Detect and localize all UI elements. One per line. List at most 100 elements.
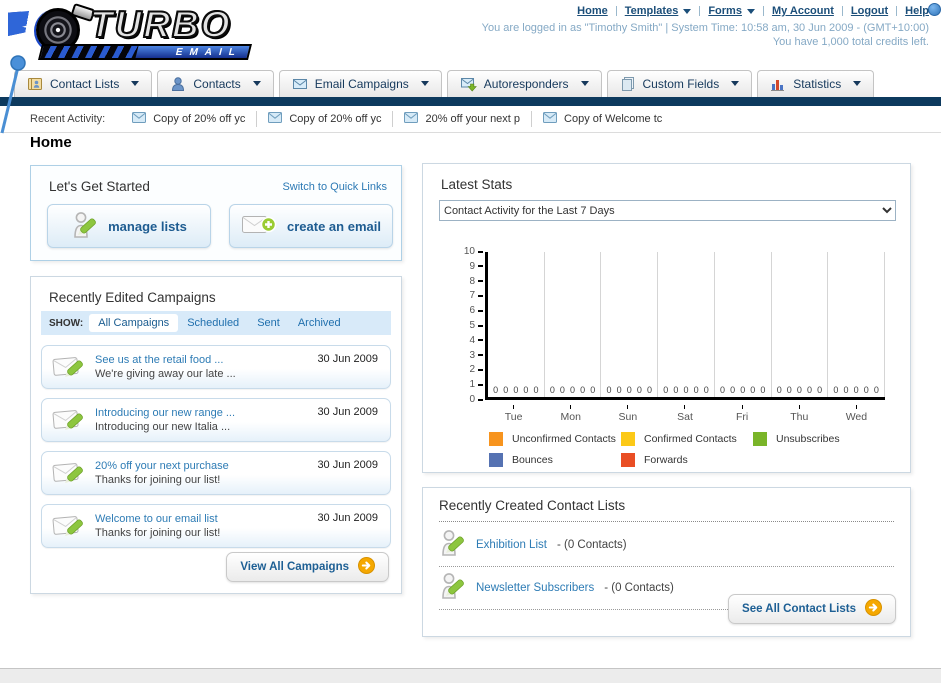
campaigns-filter-bar: SHOW: All Campaigns Scheduled Sent Archived xyxy=(41,311,391,335)
nav-tab-label: Email Campaigns xyxy=(314,76,409,91)
chart-value-label: 0 xyxy=(663,385,669,395)
page-bottom-strip xyxy=(0,668,941,683)
chart-day-column: 00000 xyxy=(488,252,545,397)
header-link-help[interactable]: Help xyxy=(905,5,929,17)
manage-lists-label: manage lists xyxy=(108,218,187,234)
chart-y-tick: 5 xyxy=(437,320,483,331)
campaign-list-item[interactable]: Welcome to our email list Thanks for join… xyxy=(41,504,391,548)
campaigns-filter-all-campaigns[interactable]: All Campaigns xyxy=(89,314,179,332)
chart-day-column: 00000 xyxy=(545,252,602,397)
nav-tab-custom-fields[interactable]: Custom Fields xyxy=(606,70,753,97)
campaign-title-link[interactable]: See us at the retail food ... xyxy=(95,354,223,366)
chart-y-tick-mark xyxy=(478,383,483,386)
header-link-separator xyxy=(762,6,764,16)
chart-y-tick-label: 2 xyxy=(469,364,475,376)
campaign-text: Introducing our new range ... Introducing… xyxy=(95,406,235,434)
annotation-pin xyxy=(0,55,26,134)
header-link-logout[interactable]: Logout xyxy=(851,5,888,17)
header-link-forms[interactable]: Forms xyxy=(708,5,755,17)
nav-tab-email-campaigns[interactable]: Email Campaigns xyxy=(278,70,442,97)
legend-label: Forwards xyxy=(644,454,688,466)
chart-value-label: 0 xyxy=(503,385,509,395)
chart-legend: Unconfirmed Contacts Confirmed Contacts Un… xyxy=(489,432,885,467)
chart-value-label: 0 xyxy=(549,385,555,395)
campaign-list-item[interactable]: See us at the retail food ... We're givin… xyxy=(41,345,391,389)
recent-activity-item[interactable]: Copy of 20% off yc xyxy=(257,111,394,127)
nav-tab-autoresponders[interactable]: Autoresponders xyxy=(446,70,602,97)
stats-range-select[interactable]: Contact Activity for the Last 7 Days xyxy=(439,200,896,221)
nav-underline-bar xyxy=(0,97,941,106)
create-email-label: create an email xyxy=(287,218,381,234)
app-logo: TURBO EMAIL xyxy=(6,2,256,60)
chart-x-tick-label: Sat xyxy=(677,411,693,423)
view-all-campaigns-button[interactable]: View All Campaigns xyxy=(226,552,389,582)
campaign-title-link[interactable]: Welcome to our email list xyxy=(95,513,218,525)
chart-x-tick: Sat xyxy=(656,405,713,423)
see-all-contact-lists-button[interactable]: See All Contact Lists xyxy=(728,594,896,624)
chart-x-tick-label: Wed xyxy=(845,411,868,423)
person-pencil-icon xyxy=(439,571,466,604)
contact-list-item[interactable]: Exhibition List - (0 Contacts) xyxy=(439,524,894,567)
chart-y-tick: 10 xyxy=(437,246,483,257)
email-campaigns-icon xyxy=(292,76,308,92)
campaign-list-item[interactable]: Introducing our new range ... Introducing… xyxy=(41,398,391,442)
envelope-pencil-icon xyxy=(52,350,87,384)
legend-swatch xyxy=(621,453,635,467)
chart-y-tick-label: 0 xyxy=(469,394,475,405)
header-link-my-account[interactable]: My Account xyxy=(772,5,834,17)
recent-activity-item-label: Copy of Welcome tc xyxy=(564,113,663,125)
legend-item-confirmed-contacts: Confirmed Contacts xyxy=(621,432,753,446)
nav-tab-contact-lists[interactable]: Contact Lists xyxy=(14,70,153,97)
switch-quick-links-link[interactable]: Switch to Quick Links xyxy=(282,181,387,193)
chart-value-label: 0 xyxy=(533,385,539,395)
legend-label: Unconfirmed Contacts xyxy=(512,433,616,445)
campaign-title-link[interactable]: 20% off your next purchase xyxy=(95,460,229,472)
help-balloon-icon[interactable] xyxy=(928,3,941,16)
contact-activity-chart: 0 1 2 3 4 5 6 7 8 9 10 000000000000000000000000000… xyxy=(423,236,912,474)
chart-x-tick-mark xyxy=(570,405,572,409)
envelope-icon xyxy=(268,112,283,126)
chart-value-label: 0 xyxy=(760,385,766,395)
chevron-down-icon xyxy=(580,81,589,86)
chart-y-tick-mark xyxy=(478,265,483,268)
chart-value-label: 0 xyxy=(513,385,519,395)
chart-x-tick-mark xyxy=(855,405,857,409)
contact-list-link[interactable]: Newsletter Subscribers xyxy=(476,582,594,594)
recent-activity-item-label: Copy of 20% off yc xyxy=(289,113,382,125)
create-email-button[interactable]: create an email xyxy=(229,204,393,248)
chart-y-tick: 1 xyxy=(437,379,483,390)
nav-tab-contacts[interactable]: Contacts xyxy=(157,70,274,97)
chart-x-tick-label: Tue xyxy=(504,411,523,423)
campaign-subtitle: We're giving away our late ... xyxy=(95,368,236,380)
nav-tab-statistics[interactable]: Statistics xyxy=(757,70,875,97)
campaign-title-link[interactable]: Introducing our new range ... xyxy=(95,407,235,419)
recent-activity-item[interactable]: Copy of 20% off yc xyxy=(121,111,258,127)
recent-activity-item-label: 20% off your next p xyxy=(425,113,521,125)
envelope-pencil-icon xyxy=(52,456,87,490)
chart-value-label: 0 xyxy=(873,385,879,395)
chart-value-label: 0 xyxy=(719,385,725,395)
chart-value-label: 0 xyxy=(559,385,565,395)
header-link-templates[interactable]: Templates xyxy=(625,5,692,17)
chart-y-tick: 7 xyxy=(437,290,483,301)
contact-list-link[interactable]: Exhibition List xyxy=(476,539,547,551)
recent-activity-item[interactable]: Copy of Welcome tc xyxy=(532,111,673,127)
chart-value-label: 0 xyxy=(750,385,756,395)
campaigns-filter-sent[interactable]: Sent xyxy=(248,314,289,332)
chart-value-label: 0 xyxy=(703,385,709,395)
legend-label: Confirmed Contacts xyxy=(644,433,737,445)
header-link-home[interactable]: Home xyxy=(577,5,608,17)
credits-info: You have 1,000 total credits left. xyxy=(772,36,929,48)
campaign-list-item[interactable]: 20% off your next purchase Thanks for joi… xyxy=(41,451,391,495)
campaigns-filter-scheduled[interactable]: Scheduled xyxy=(178,314,248,332)
chart-y-tick: 9 xyxy=(437,261,483,272)
chart-value-label: 0 xyxy=(683,385,689,395)
campaigns-panel: Recently Edited Campaigns SHOW: All Camp… xyxy=(30,276,402,594)
chart-value-label: 0 xyxy=(673,385,679,395)
recent-activity-item[interactable]: 20% off your next p xyxy=(393,111,533,127)
nav-tab-label: Contact Lists xyxy=(50,76,120,91)
campaigns-filter-archived[interactable]: Archived xyxy=(289,314,350,332)
manage-lists-button[interactable]: manage lists xyxy=(47,204,211,248)
chart-x-tick-mark xyxy=(684,405,686,409)
person-pencil-icon xyxy=(439,528,466,561)
